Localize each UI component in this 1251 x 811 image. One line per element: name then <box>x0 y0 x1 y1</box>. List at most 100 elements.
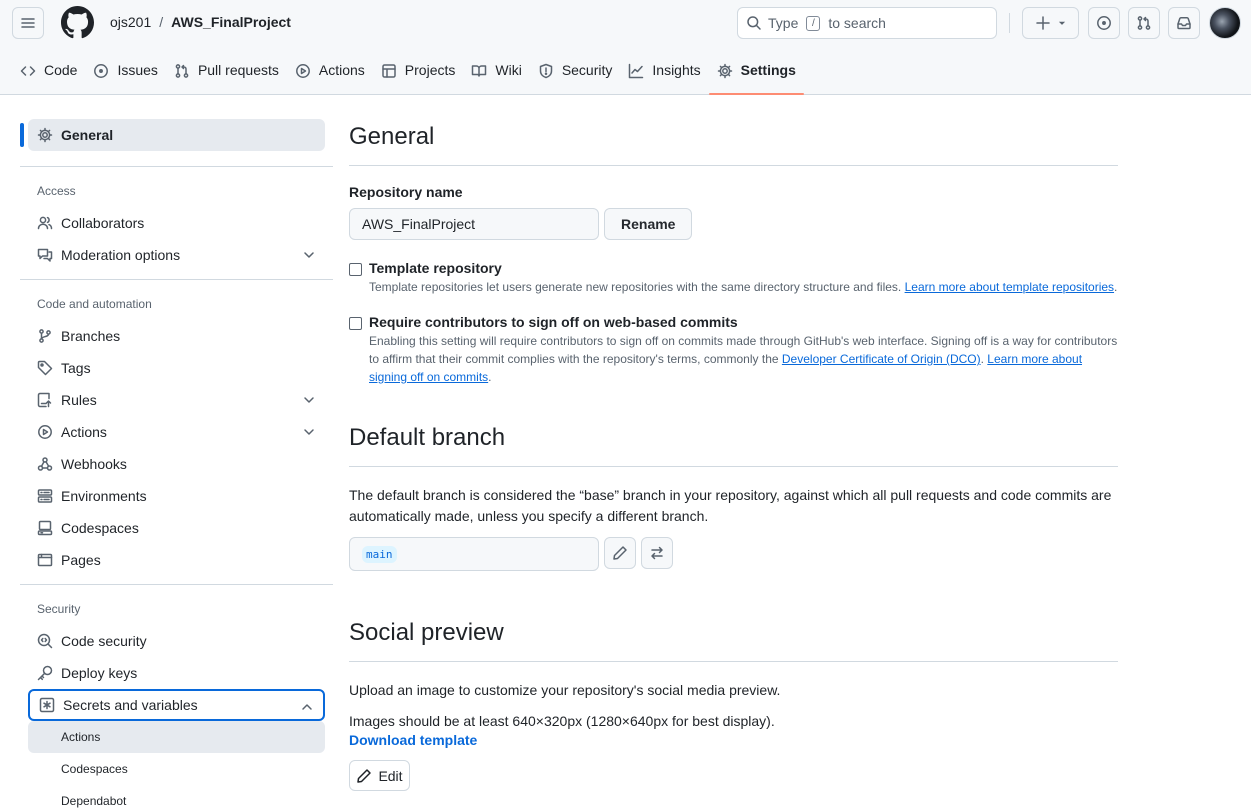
template-repo-learn-more-link[interactable]: Learn more about template repositories <box>905 280 1114 294</box>
table-icon <box>381 62 397 80</box>
header-divider <box>1009 13 1010 33</box>
issue-opened-icon <box>1096 15 1112 31</box>
general-heading: General <box>349 119 1118 166</box>
shield-icon <box>538 62 554 80</box>
repo-name-row: AWS_FinalProject Rename <box>349 208 1118 240</box>
asterisk-icon <box>39 697 55 713</box>
sidebar-item-label: Secrets and variables <box>63 697 198 713</box>
sidebar-subitem-actions[interactable]: Actions <box>28 721 325 753</box>
tab-label: Projects <box>404 62 456 78</box>
create-new-button[interactable] <box>1022 7 1079 39</box>
git-pull-request-icon <box>1136 15 1152 31</box>
chevron-down-icon <box>301 424 317 440</box>
sidebar-item-label: Moderation options <box>61 247 181 263</box>
codespaces-icon <box>37 520 53 536</box>
edit-label: Edit <box>378 767 403 784</box>
rename-button[interactable]: Rename <box>604 208 693 240</box>
edit-social-preview-button[interactable]: Edit <box>349 760 410 791</box>
browser-icon <box>37 552 53 568</box>
download-template-link[interactable]: Download template <box>349 732 1118 748</box>
sidebar-item-deploy-keys[interactable]: Deploy keys <box>20 657 334 689</box>
search-placeholder-prefix: Type <box>768 15 799 31</box>
search-placeholder-suffix: to search <box>828 15 886 31</box>
sidebar-item-moderation[interactable]: Moderation options <box>20 239 334 271</box>
github-logo-icon[interactable] <box>61 6 94 39</box>
sidebar-item-collaborators[interactable]: Collaborators <box>20 207 334 239</box>
tab-code[interactable]: Code <box>12 54 85 95</box>
social-preview-heading: Social preview <box>349 615 1118 662</box>
social-preview-desc: Upload an image to customize your reposi… <box>349 682 781 698</box>
tab-projects[interactable]: Projects <box>373 54 464 95</box>
tab-insights[interactable]: Insights <box>620 54 708 95</box>
sidebar-item-environments[interactable]: Environments <box>20 480 334 512</box>
sidebar-item-label: Webhooks <box>61 456 127 472</box>
people-icon <box>37 215 53 231</box>
tag-icon <box>37 360 53 376</box>
tab-security[interactable]: Security <box>530 54 621 95</box>
template-repo-option: Template repository Template repositorie… <box>349 260 1118 296</box>
sidebar-item-label: Pages <box>61 552 101 568</box>
sidebar-item-rules[interactable]: Rules <box>20 384 334 416</box>
tab-label: Wiki <box>495 62 522 78</box>
avatar[interactable] <box>1209 7 1241 39</box>
signoff-checkbox[interactable] <box>349 317 362 330</box>
sidebar-subitem-codespaces[interactable]: Codespaces <box>28 753 325 785</box>
play-icon <box>295 62 311 80</box>
sidebar-item-label: Environments <box>61 488 147 504</box>
sidebar-item-label: Codespaces <box>61 520 139 536</box>
tab-actions[interactable]: Actions <box>287 54 373 95</box>
sidebar-item-secrets[interactable]: Secrets and variables <box>28 689 325 721</box>
sidebar-item-codespaces[interactable]: Codespaces <box>20 512 334 544</box>
tab-settings[interactable]: Settings <box>708 54 805 95</box>
tab-pull-requests[interactable]: Pull requests <box>166 54 287 95</box>
sidebar-heading-security: Security <box>37 602 81 616</box>
active-indicator <box>20 123 24 147</box>
owner-link[interactable]: ojs201 <box>110 14 151 30</box>
tab-label: Insights <box>652 62 701 78</box>
repo-name-input[interactable]: AWS_FinalProject <box>349 208 599 240</box>
inbox-button[interactable] <box>1168 7 1200 39</box>
signoff-note: Enabling this setting will require contr… <box>369 334 1118 384</box>
dco-link[interactable]: Developer Certificate of Origin (DCO) <box>782 352 981 366</box>
server-icon <box>37 488 53 504</box>
sidebar-item-webhooks[interactable]: Webhooks <box>20 448 334 480</box>
pull-requests-button[interactable] <box>1128 7 1160 39</box>
gear-icon <box>717 62 733 80</box>
sidebar-item-branches[interactable]: Branches <box>20 320 334 352</box>
sidebar-subitem-dependabot[interactable]: Dependabot <box>28 785 325 811</box>
webhook-icon <box>37 456 53 472</box>
signoff-option: Require contributors to sign off on web-… <box>349 314 1118 386</box>
search-input[interactable]: Type / to search <box>737 7 997 39</box>
hamburger-icon <box>20 15 36 31</box>
search-icon <box>746 15 762 31</box>
chevron-down-icon <box>301 247 317 263</box>
code-icon <box>20 62 36 80</box>
git-branch-icon <box>37 328 53 344</box>
rename-branch-button[interactable] <box>604 537 636 569</box>
sidebar-item-general[interactable]: General <box>20 119 325 151</box>
tab-wiki[interactable]: Wiki <box>463 54 529 95</box>
default-branch-row: main <box>349 537 1118 571</box>
pencil-icon <box>612 545 628 561</box>
issues-button[interactable] <box>1088 7 1120 39</box>
switch-branch-button[interactable] <box>641 537 673 569</box>
comment-discussion-icon <box>37 247 53 263</box>
menu-button[interactable] <box>12 7 44 39</box>
template-repo-note: Template repositories let users generate… <box>369 280 1118 294</box>
tab-label: Pull requests <box>197 62 279 78</box>
sidebar-item-code-security[interactable]: Code security <box>20 625 334 657</box>
repo-link[interactable]: AWS_FinalProject <box>171 14 291 30</box>
sidebar-item-pages[interactable]: Pages <box>20 544 334 576</box>
sidebar-item-actions[interactable]: Actions <box>20 416 334 448</box>
tab-label: Settings <box>740 62 796 78</box>
sidebar-item-tags[interactable]: Tags <box>20 352 334 384</box>
arrow-switch-icon <box>649 545 665 561</box>
tab-label: Actions <box>318 62 365 78</box>
inbox-icon <box>1176 15 1192 31</box>
issue-opened-icon <box>93 62 109 80</box>
breadcrumb-separator: / <box>159 14 164 30</box>
signoff-title: Require contributors to sign off on web-… <box>369 314 738 330</box>
sidebar-divider <box>20 584 333 585</box>
template-repo-checkbox[interactable] <box>349 263 362 276</box>
tab-issues[interactable]: Issues <box>85 54 165 95</box>
